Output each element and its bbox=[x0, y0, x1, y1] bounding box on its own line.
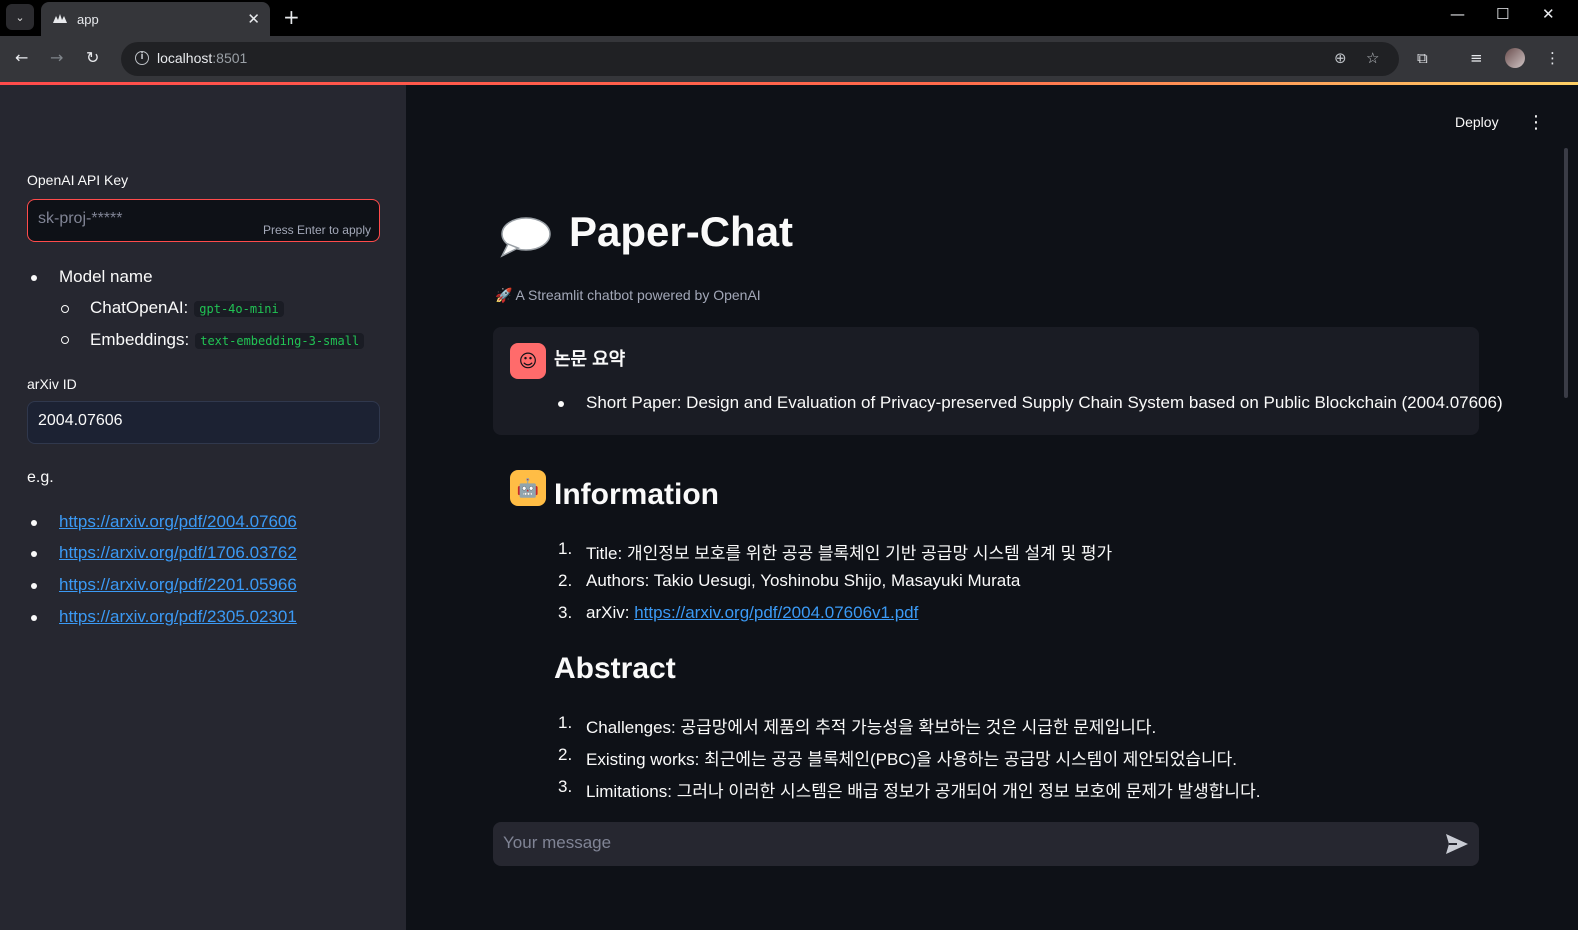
list-number: 1. bbox=[558, 539, 573, 558]
abstract-item: Existing works: 최근에는 공공 블록체인(PBC)을 사용하는 … bbox=[586, 750, 1238, 769]
deploy-button[interactable]: Deploy bbox=[1455, 114, 1499, 130]
user-message bbox=[493, 327, 1479, 435]
address-bar[interactable]: i localhost:8501 ⊕ ☆ bbox=[121, 42, 1399, 76]
arxiv-id-label: arXiv ID bbox=[27, 376, 77, 392]
window-close-icon[interactable]: ✕ bbox=[1542, 5, 1555, 23]
user-avatar-icon: ☺ bbox=[510, 343, 546, 379]
model-name-label: Model name bbox=[59, 267, 153, 286]
zoom-icon[interactable]: ⊕ bbox=[1334, 49, 1347, 67]
sub-bullet-icon bbox=[61, 305, 69, 313]
extensions-icon[interactable]: ⧉ bbox=[1417, 49, 1428, 67]
bullet-icon bbox=[558, 401, 564, 407]
tab-title: app bbox=[77, 11, 99, 27]
new-tab-icon[interactable]: + bbox=[283, 5, 300, 29]
arxiv-pdf-link[interactable]: https://arxiv.org/pdf/2004.07606v1.pdf bbox=[634, 603, 918, 622]
example-link[interactable]: https://arxiv.org/pdf/2305.02301 bbox=[59, 607, 297, 627]
browser-tabbar: ⌄ app ✕ + — ☐ ✕ bbox=[0, 0, 1578, 36]
api-key-hint: Press Enter to apply bbox=[262, 223, 371, 237]
api-key-label: OpenAI API Key bbox=[27, 172, 129, 188]
example-link[interactable]: https://arxiv.org/pdf/2004.07606 bbox=[59, 512, 297, 532]
example-link[interactable]: https://arxiv.org/pdf/1706.03762 bbox=[59, 543, 297, 563]
chat-model-code: gpt-4o-mini bbox=[194, 301, 284, 317]
site-info-icon[interactable]: i bbox=[135, 51, 149, 65]
abstract-item: Challenges: 공급망에서 제품의 추적 가능성을 확보하는 것은 시급… bbox=[586, 718, 1157, 737]
list-number: 2. bbox=[558, 571, 573, 590]
info-arxiv-item: arXiv: https://arxiv.org/pdf/2004.07606v… bbox=[586, 603, 919, 622]
list-number: 1. bbox=[558, 713, 573, 732]
bullet-icon bbox=[31, 520, 37, 526]
send-icon[interactable] bbox=[1445, 833, 1469, 855]
minimize-icon[interactable]: — bbox=[1450, 5, 1465, 23]
bullet-icon bbox=[31, 615, 37, 621]
forward-icon[interactable]: → bbox=[50, 48, 63, 67]
bullet-icon bbox=[31, 275, 37, 281]
sub-bullet-icon bbox=[61, 336, 69, 344]
example-link[interactable]: https://arxiv.org/pdf/2201.05966 bbox=[59, 575, 297, 595]
main-menu-icon[interactable]: ⋮ bbox=[1527, 112, 1545, 133]
examples-label: e.g. bbox=[27, 469, 54, 486]
media-control-icon[interactable]: ≡ bbox=[1470, 49, 1483, 67]
abstract-item: Limitations: 그러나 이러한 시스템은 배급 정보가 공개되어 개인… bbox=[586, 782, 1261, 801]
info-title-item: Title: 개인정보 보호를 위한 공공 블록체인 기반 공급망 시스템 설계… bbox=[586, 544, 1113, 563]
user-message-heading: 논문 요약 bbox=[554, 349, 626, 369]
embeddings-code: text-embedding-3-small bbox=[195, 333, 365, 349]
tab-search-button[interactable]: ⌄ bbox=[6, 4, 34, 30]
page-title: Paper-Chat bbox=[569, 208, 794, 255]
api-key-field[interactable]: Press Enter to apply bbox=[27, 199, 380, 242]
address-url[interactable]: localhost:8501 bbox=[157, 50, 247, 66]
maximize-icon[interactable]: ☐ bbox=[1496, 5, 1509, 23]
tab-close-icon[interactable]: ✕ bbox=[247, 10, 260, 28]
bullet-icon bbox=[31, 583, 37, 589]
scrollbar[interactable] bbox=[1564, 148, 1568, 398]
bullet-icon bbox=[31, 551, 37, 557]
speech-balloon-icon bbox=[500, 217, 551, 258]
bookmark-star-icon[interactable]: ☆ bbox=[1366, 49, 1379, 67]
back-icon[interactable]: ← bbox=[15, 48, 28, 67]
chat-input-box[interactable] bbox=[493, 822, 1479, 866]
abstract-heading: Abstract bbox=[554, 652, 676, 685]
embeddings-item: Embeddings: text-embedding-3-small bbox=[90, 330, 365, 350]
browser-tab[interactable]: app ✕ bbox=[41, 2, 270, 36]
info-authors-item: Authors: Takio Uesugi, Yoshinobu Shijo, … bbox=[586, 571, 1021, 590]
list-number: 2. bbox=[558, 745, 573, 764]
page-caption: 🚀 A Streamlit chatbot powered by OpenAI bbox=[495, 287, 761, 303]
assistant-avatar-icon: 🤖 bbox=[510, 470, 546, 506]
list-number: 3. bbox=[558, 777, 573, 796]
browser-menu-icon[interactable]: ⋮ bbox=[1545, 49, 1560, 67]
information-heading: Information bbox=[554, 478, 719, 511]
arxiv-id-field[interactable] bbox=[27, 401, 380, 444]
chat-message-input[interactable] bbox=[503, 833, 1403, 853]
profile-avatar[interactable] bbox=[1505, 48, 1525, 68]
chat-model-item: ChatOpenAI: gpt-4o-mini bbox=[90, 298, 284, 318]
browser-toolbar: ← → ↻ i localhost:8501 ⊕ ☆ ⧉ ≡ ⋮ bbox=[0, 36, 1578, 82]
list-number: 3. bbox=[558, 603, 573, 622]
reload-icon[interactable]: ↻ bbox=[86, 48, 99, 67]
streamlit-favicon-icon bbox=[53, 14, 67, 23]
user-message-item: Short Paper: Design and Evaluation of Pr… bbox=[586, 393, 1503, 412]
arxiv-id-input[interactable] bbox=[38, 412, 338, 430]
